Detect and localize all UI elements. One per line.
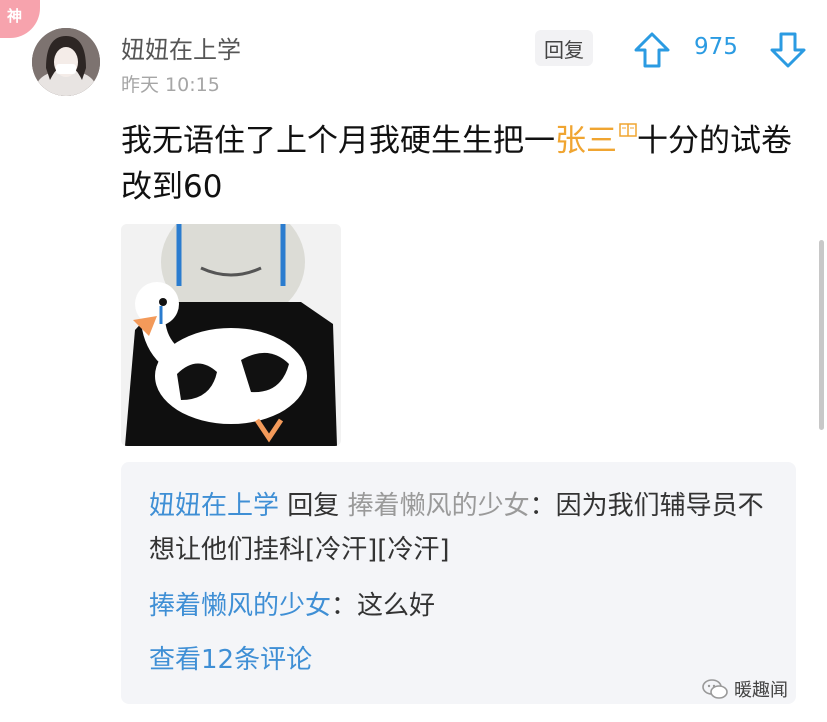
view-more-comments-link[interactable]: 查看12条评论 <box>149 638 312 682</box>
upvote-arrow-icon[interactable] <box>632 30 672 70</box>
comment-tag-link[interactable]: 张三 <box>555 123 617 159</box>
god-comment-badge: 神 <box>0 0 40 38</box>
reply-author[interactable]: 妞妞在上学 <box>149 491 279 521</box>
comment-prefix: 我无语住了上个月我硬生生把一 <box>121 123 555 159</box>
post-time: 昨天 10:15 <box>121 74 220 96</box>
reply-author[interactable]: 捧着懒风的少女 <box>149 591 331 621</box>
comment-text: 我无语住了上个月我硬生生把一张三 十分的试卷改到60 <box>121 118 801 210</box>
reply-item[interactable]: 妞妞在上学 回复 捧着懒风的少女：因为我们辅导员不想让他们挂科[冷汗][冷汗] <box>149 484 779 572</box>
meme-illustration <box>121 224 341 446</box>
post-username[interactable]: 妞妞在上学 <box>121 30 241 65</box>
reply-button[interactable]: 回复 <box>535 30 593 66</box>
reply-action: 回复 <box>287 491 340 521</box>
book-icon <box>619 123 637 137</box>
avatar[interactable] <box>32 28 100 96</box>
watermark: 暖趣闻 <box>702 676 788 702</box>
replies-box: 妞妞在上学 回复 捧着懒风的少女：因为我们辅导员不想让他们挂科[冷汗][冷汗] … <box>121 462 796 704</box>
reply-target[interactable]: 捧着懒风的少女 <box>348 491 530 521</box>
scrollbar[interactable] <box>819 240 824 430</box>
wechat-icon <box>702 679 728 699</box>
downvote-arrow-icon[interactable] <box>768 30 808 70</box>
watermark-label: 暖趣闻 <box>734 680 788 701</box>
vote-count: 975 <box>694 34 738 60</box>
reply-item[interactable]: 捧着懒风的少女：这么好 <box>149 584 435 628</box>
reply-text: ：这么好 <box>331 591 436 621</box>
badge-label: 神 <box>7 7 23 25</box>
avatar-image <box>32 28 100 96</box>
meme-image[interactable] <box>121 224 341 446</box>
